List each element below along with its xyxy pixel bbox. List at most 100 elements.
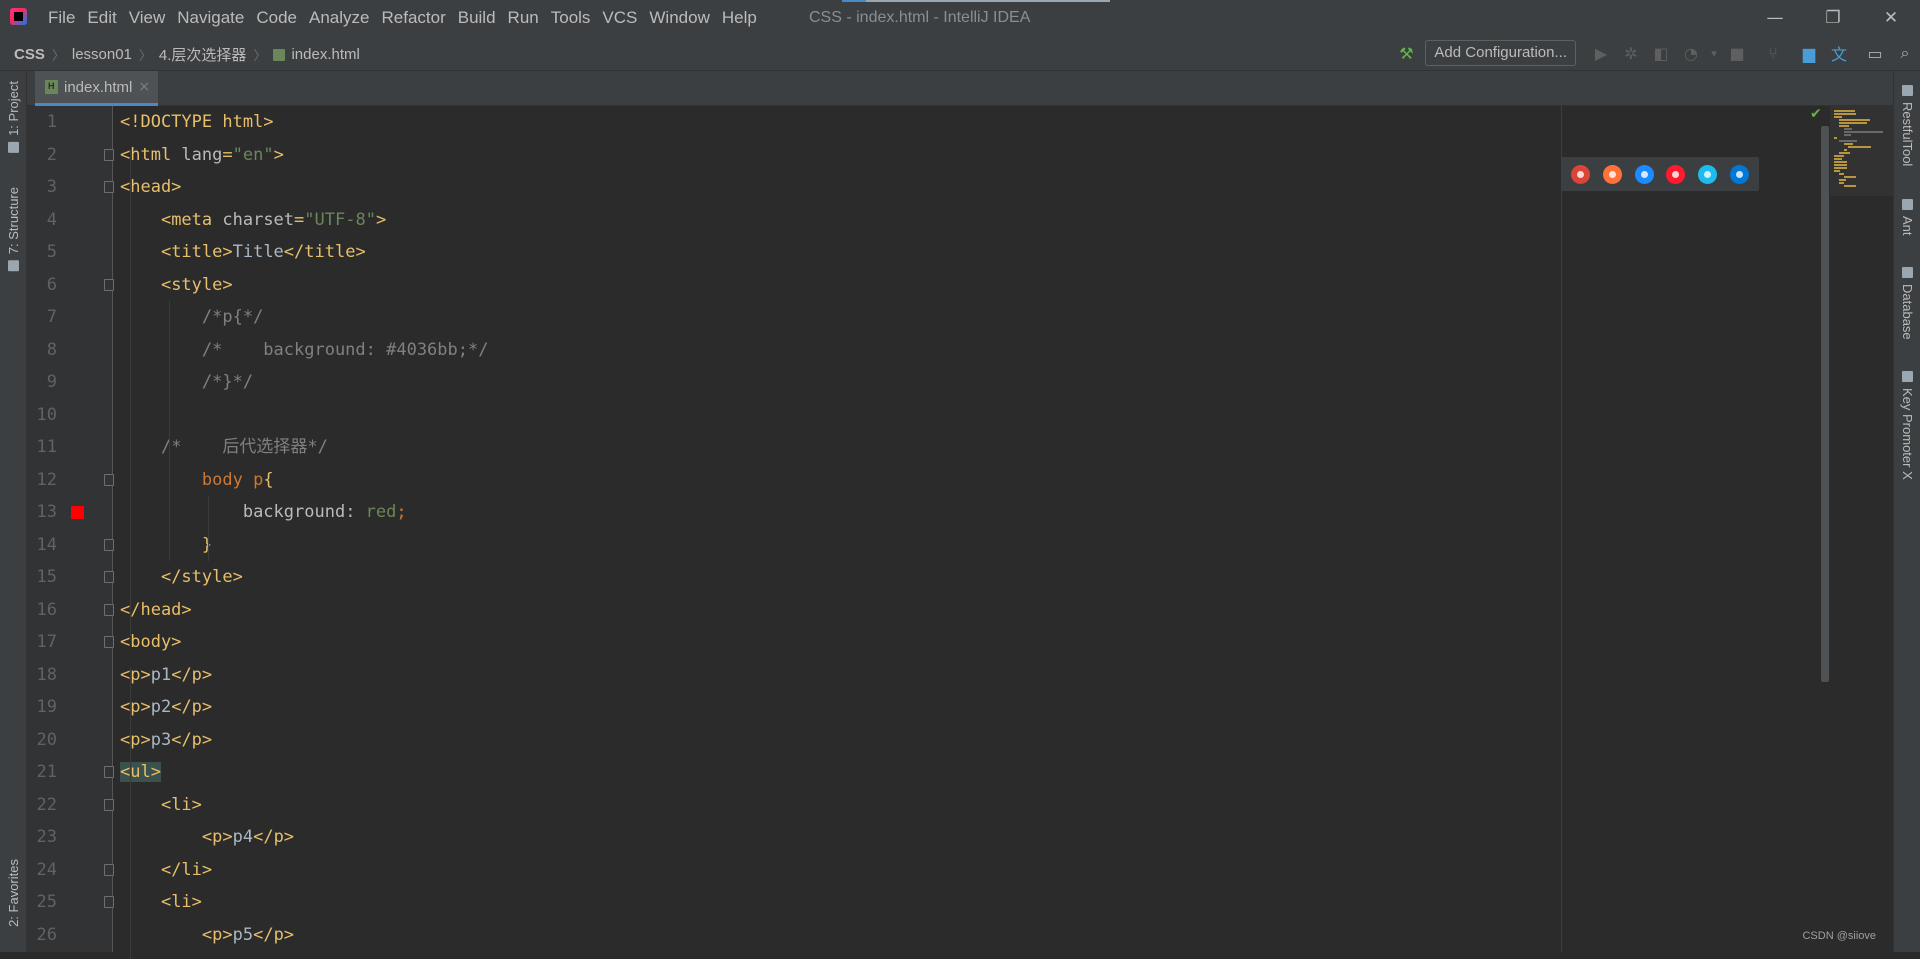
- add-configuration-button[interactable]: Add Configuration...: [1425, 40, 1576, 66]
- minimap-line: [1834, 155, 1844, 157]
- tool-window-ant[interactable]: Ant: [1900, 199, 1915, 236]
- code-token: <ul>: [120, 762, 161, 782]
- restore-button[interactable]: ❐: [1804, 0, 1862, 36]
- line-number: 23: [27, 821, 57, 854]
- fold-marker-icon[interactable]: [104, 896, 114, 908]
- minimap-line: [1844, 143, 1854, 145]
- menu-file[interactable]: File: [42, 8, 81, 28]
- fold-marker-icon[interactable]: [104, 766, 114, 778]
- breadcrumb-subfolder[interactable]: 4.层次选择器: [159, 44, 247, 65]
- stop-icon[interactable]: ■: [1722, 40, 1752, 66]
- line-number: 16: [27, 594, 57, 627]
- editor-tab-bar: index.html ×: [27, 71, 1893, 106]
- search-icon[interactable]: ⌕: [1890, 40, 1920, 66]
- tool-window-structure[interactable]: 7: Structure: [6, 187, 21, 271]
- tool-window-project[interactable]: 1: Project: [6, 81, 21, 153]
- vcs-icon[interactable]: ⑂: [1758, 40, 1788, 66]
- line-number: 6: [27, 269, 57, 302]
- menu-edit[interactable]: Edit: [81, 8, 122, 28]
- menu-analyze[interactable]: Analyze: [303, 8, 375, 28]
- project-structure-icon[interactable]: ▆: [1794, 40, 1824, 66]
- minimap-line: [1834, 161, 1847, 163]
- fold-marker-icon[interactable]: [104, 279, 114, 291]
- fold-marker-icon[interactable]: [104, 571, 114, 583]
- fold-marker-icon[interactable]: [104, 149, 114, 161]
- debug-icon[interactable]: ✲: [1616, 40, 1646, 66]
- menu-navigate[interactable]: Navigate: [171, 8, 250, 28]
- presentation-icon[interactable]: ▭: [1860, 40, 1890, 66]
- translate-icon[interactable]: 文: [1824, 40, 1854, 66]
- code-text: background: red;: [120, 496, 407, 529]
- breadcrumb-separator-icon: 〉: [253, 45, 266, 64]
- fold-marker-icon[interactable]: [104, 636, 114, 648]
- line-number: 9: [27, 366, 57, 399]
- code-editor[interactable]: 1<!DOCTYPE html>2<html lang="en">3<head>…: [27, 106, 1893, 952]
- firefox-browser-icon[interactable]: [1603, 165, 1622, 184]
- code-text: <title>Title</title>: [120, 236, 366, 269]
- code-text: /* background: #4036bb;*/: [120, 334, 488, 367]
- menu-tools[interactable]: Tools: [545, 8, 597, 28]
- ant-icon: [1902, 199, 1913, 210]
- fold-marker-icon[interactable]: [104, 181, 114, 193]
- minimap-line: [1839, 119, 1870, 121]
- minimize-button[interactable]: —: [1746, 0, 1804, 36]
- menu-vcs[interactable]: VCS: [596, 8, 643, 28]
- minimap-line: [1839, 173, 1845, 175]
- breadcrumb-folder[interactable]: lesson01: [72, 46, 132, 63]
- editor-scrollbar[interactable]: [1821, 126, 1829, 682]
- tool-window-label: Database: [1900, 284, 1915, 340]
- fold-marker-icon[interactable]: [104, 474, 114, 486]
- menu-code[interactable]: Code: [250, 8, 303, 28]
- chrome-browser-icon[interactable]: [1571, 165, 1590, 184]
- code-token: p4: [233, 827, 253, 847]
- edge-browser-icon[interactable]: [1730, 165, 1749, 184]
- menu-build[interactable]: Build: [452, 8, 502, 28]
- breadcrumb-project[interactable]: CSS: [14, 46, 45, 63]
- run-icon[interactable]: ▶: [1586, 40, 1616, 66]
- opera-browser-icon[interactable]: [1666, 165, 1685, 184]
- code-token: [120, 340, 202, 360]
- code-token: <style>: [161, 275, 233, 295]
- tool-window-key-promoter[interactable]: Key Promoter X: [1900, 371, 1915, 480]
- menu-window[interactable]: Window: [643, 8, 715, 28]
- code-text: <p>p3</p>: [120, 724, 212, 757]
- code-text: <li>: [120, 886, 202, 919]
- menu-help[interactable]: Help: [716, 8, 763, 28]
- coverage-icon[interactable]: ◧: [1646, 40, 1676, 66]
- fold-marker-icon[interactable]: [104, 864, 114, 876]
- menu-refactor[interactable]: Refactor: [375, 8, 451, 28]
- menu-run[interactable]: Run: [502, 8, 545, 28]
- close-tab-icon[interactable]: ×: [138, 79, 150, 95]
- tool-window-label: Key Promoter X: [1900, 388, 1915, 480]
- code-token: <li>: [161, 795, 202, 815]
- internet-explorer-browser-icon[interactable]: [1698, 165, 1717, 184]
- build-hammer-icon[interactable]: ⚒: [1391, 40, 1421, 66]
- fold-marker-icon[interactable]: [104, 539, 114, 551]
- breadcrumb-file[interactable]: index.html: [291, 46, 359, 63]
- safari-browser-icon[interactable]: [1635, 165, 1654, 184]
- code-token: </p>: [171, 665, 212, 685]
- tool-window-favorites[interactable]: 2: Favorites: [6, 859, 21, 927]
- line-number: 18: [27, 659, 57, 692]
- structure-icon: [9, 260, 20, 271]
- tab-index-html[interactable]: index.html ×: [35, 71, 158, 106]
- profile-icon[interactable]: ◔: [1676, 40, 1706, 66]
- code-token: <p>: [202, 925, 233, 945]
- fold-marker-icon[interactable]: [104, 604, 114, 616]
- breakpoint-icon[interactable]: [71, 506, 84, 519]
- intellij-logo-icon: [10, 8, 27, 25]
- code-text: <p>p1</p>: [120, 659, 212, 692]
- html-file-icon: [45, 80, 58, 94]
- breadcrumb: CSS 〉 lesson01 〉 4.层次选择器 〉 index.html: [14, 44, 360, 65]
- tool-window-restfultool[interactable]: RestfulTool: [1900, 85, 1915, 166]
- minimap-line: [1834, 164, 1847, 166]
- fold-marker-icon[interactable]: [104, 799, 114, 811]
- run-options-chevron-icon[interactable]: ▾: [1706, 40, 1722, 66]
- menu-view[interactable]: View: [123, 8, 172, 28]
- close-window-button[interactable]: ✕: [1862, 0, 1920, 36]
- code-line: 11 /* 后代选择器*/: [27, 431, 1893, 464]
- tool-window-database[interactable]: Database: [1900, 267, 1915, 340]
- code-minimap[interactable]: [1830, 106, 1893, 196]
- code-token: p1: [151, 665, 171, 685]
- code-line: 5 <title>Title</title>: [27, 236, 1893, 269]
